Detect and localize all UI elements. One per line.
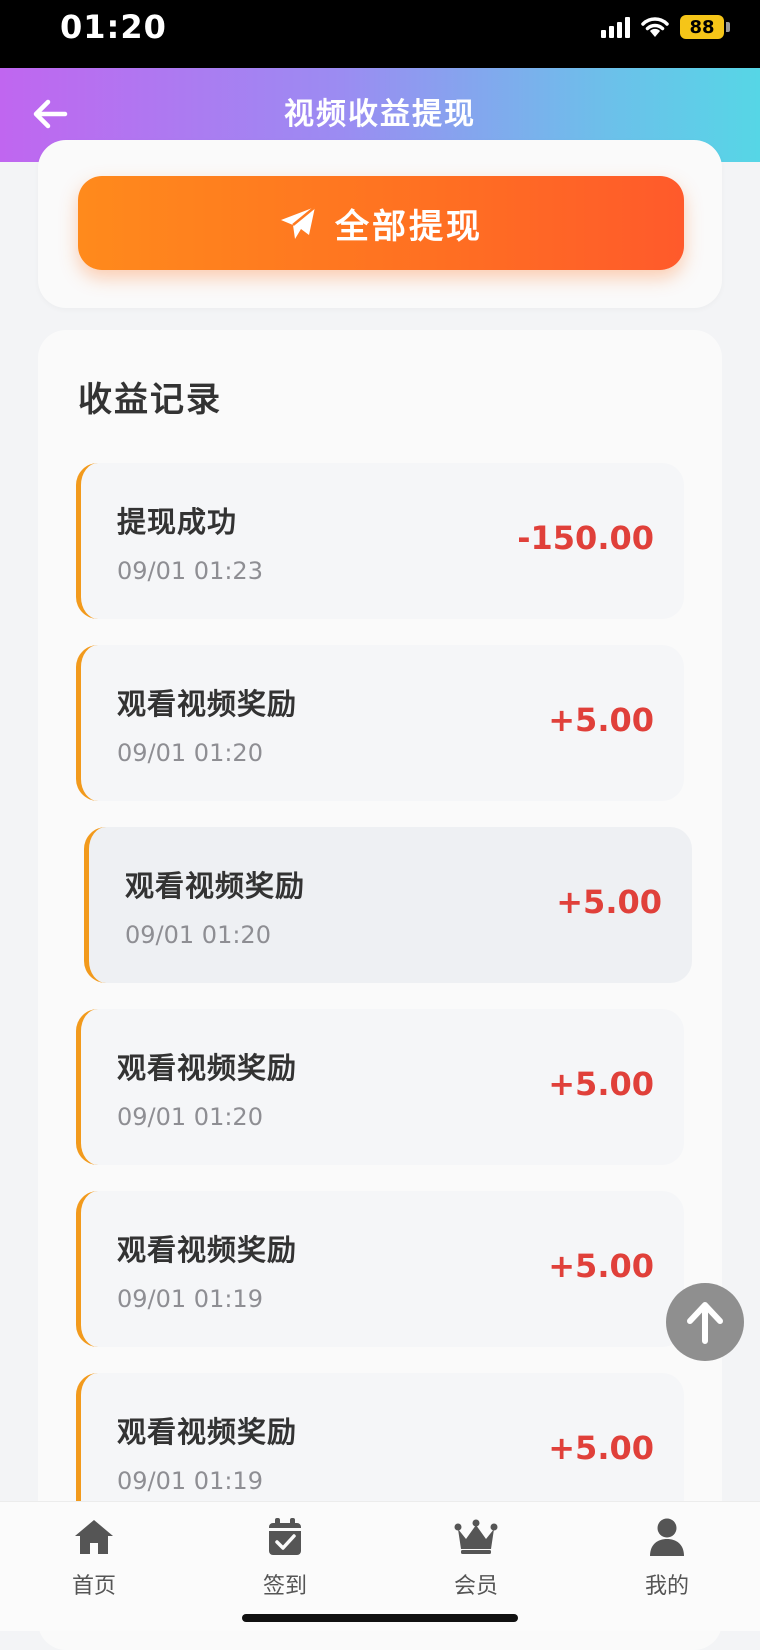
record-title: 观看视频奖励 <box>125 869 306 903</box>
record-time: 09/01 01:20 <box>125 921 271 949</box>
bottom-tab-bar: 首页 签到 会员 我的 <box>0 1501 760 1631</box>
record-time: 09/01 01:23 <box>117 557 263 585</box>
back-button[interactable] <box>24 88 76 140</box>
records-section-title: 收益记录 <box>78 380 222 420</box>
tab-checkin-label: 签到 <box>262 1574 307 1599</box>
record-title: 观看视频奖励 <box>117 1233 298 1267</box>
record-title: 观看视频奖励 <box>117 687 298 721</box>
record-amount: +5.00 <box>548 1429 654 1467</box>
signal-icon <box>601 16 630 38</box>
record-amount: -150.00 <box>517 519 654 557</box>
record-amount: +5.00 <box>548 1065 654 1103</box>
record-time: 09/01 01:19 <box>117 1467 263 1495</box>
status-bar: 01:20 88 <box>0 0 760 68</box>
withdraw-all-label: 全部提现 <box>335 206 483 247</box>
record-time: 09/01 01:19 <box>117 1285 263 1313</box>
paper-plane-icon <box>281 206 316 239</box>
arrow-up-icon <box>687 1302 723 1344</box>
battery-level: 88 <box>680 15 724 39</box>
record-item[interactable]: 观看视频奖励 09/01 01:20 +5.00 <box>84 827 692 983</box>
record-item[interactable]: 观看视频奖励 09/01 01:19 +5.00 <box>76 1191 684 1347</box>
record-amount: +5.00 <box>548 1247 654 1285</box>
record-title: 观看视频奖励 <box>117 1051 298 1085</box>
user-icon <box>650 1518 684 1556</box>
record-amount: +5.00 <box>556 883 662 921</box>
tab-home[interactable]: 首页 <box>34 1516 154 1600</box>
record-title: 观看视频奖励 <box>117 1415 298 1449</box>
arrow-left-icon <box>33 99 68 129</box>
tab-mine-label: 我的 <box>644 1574 689 1599</box>
tab-mine[interactable]: 我的 <box>607 1516 727 1600</box>
tab-membership[interactable]: 会员 <box>416 1516 536 1600</box>
tab-home-label: 首页 <box>71 1574 116 1599</box>
withdraw-all-button[interactable]: 全部提现 <box>78 176 684 270</box>
status-time: 01:20 <box>60 8 167 46</box>
crown-icon <box>454 1519 498 1554</box>
scroll-to-top-button[interactable] <box>666 1283 744 1361</box>
tab-membership-label: 会员 <box>453 1574 498 1599</box>
record-item[interactable]: 观看视频奖励 09/01 01:20 +5.00 <box>76 1009 684 1165</box>
record-amount: +5.00 <box>548 701 654 739</box>
wifi-icon <box>641 17 669 37</box>
battery-icon: 88 <box>680 15 730 39</box>
home-icon <box>75 1520 113 1554</box>
calendar-check-icon <box>269 1518 301 1555</box>
record-item[interactable]: 观看视频奖励 09/01 01:20 +5.00 <box>76 645 684 801</box>
record-time: 09/01 01:20 <box>117 739 263 767</box>
record-time: 09/01 01:20 <box>117 1103 263 1131</box>
record-item[interactable]: 提现成功 09/01 01:23 -150.00 <box>76 463 684 619</box>
tab-checkin[interactable]: 签到 <box>225 1516 345 1600</box>
status-icons: 88 <box>601 12 730 42</box>
home-indicator <box>242 1614 518 1622</box>
record-title: 提现成功 <box>117 505 238 539</box>
